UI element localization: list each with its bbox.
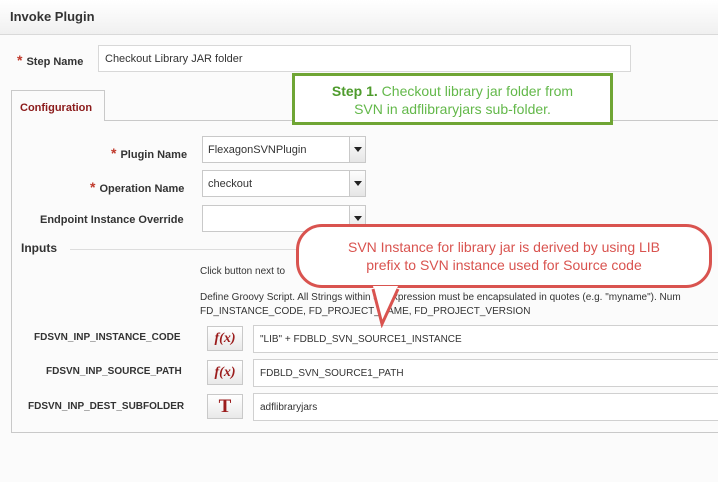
inputs-section-title: Inputs bbox=[21, 241, 57, 255]
plugin-name-value: FlexagonSVNPlugin bbox=[208, 144, 307, 156]
param-name-label: FDSVN_INP_SOURCE_PATH bbox=[46, 366, 182, 377]
chevron-down-icon[interactable] bbox=[349, 137, 365, 162]
param-value-input[interactable] bbox=[253, 359, 718, 387]
required-marker: * bbox=[111, 145, 117, 161]
chevron-down-icon[interactable] bbox=[349, 171, 365, 196]
param-value-input[interactable] bbox=[253, 325, 718, 353]
callout-tail bbox=[371, 286, 400, 328]
step1-callout-bold: Step 1. bbox=[331, 83, 378, 99]
step-name-label: * Step Name bbox=[17, 52, 84, 68]
inputs-variables-text: FD_INSTANCE_CODE, FD_PROJECT_NAME, FD_PR… bbox=[200, 306, 531, 317]
required-marker: * bbox=[90, 179, 96, 195]
required-marker: * bbox=[17, 52, 23, 68]
plugin-name-select[interactable]: FlexagonSVNPlugin bbox=[202, 136, 366, 163]
step1-callout-text-line2: SVN in adflibraryjars sub-folder. bbox=[354, 101, 551, 117]
step1-callout-text: Checkout library jar folder from bbox=[377, 83, 574, 99]
step-name-input[interactable] bbox=[98, 45, 631, 72]
title-bar: Invoke Plugin bbox=[0, 0, 718, 35]
svn-callout-line1: SVN Instance for library jar is derived … bbox=[347, 239, 661, 255]
operation-name-label: * Operation Name bbox=[90, 179, 185, 195]
endpoint-override-label: Endpoint Instance Override bbox=[40, 214, 184, 226]
param-value-input[interactable] bbox=[253, 393, 718, 421]
inputs-help-text: Click button next to bbox=[200, 266, 286, 277]
operation-name-value: checkout bbox=[208, 178, 253, 190]
inputs-groovy-help-text: Define Groovy Script. All Strings within… bbox=[200, 292, 681, 303]
step1-callout: Step 1. Checkout library jar folder from… bbox=[292, 73, 613, 125]
operation-name-select[interactable]: checkout bbox=[202, 170, 366, 197]
function-icon[interactable]: f(x) bbox=[207, 360, 243, 385]
svn-callout-line2: prefix to SVN instance used for Source c… bbox=[366, 257, 642, 273]
plugin-name-label: * Plugin Name bbox=[111, 145, 188, 161]
svn-instance-callout: SVN Instance for library jar is derived … bbox=[296, 224, 712, 288]
page-title: Invoke Plugin bbox=[10, 9, 95, 24]
param-name-label: FDSVN_INP_INSTANCE_CODE bbox=[34, 332, 181, 343]
function-icon[interactable]: f(x) bbox=[207, 326, 243, 351]
param-name-label: FDSVN_INP_DEST_SUBFOLDER bbox=[28, 401, 185, 412]
tab-configuration[interactable]: Configuration bbox=[11, 90, 105, 121]
text-icon[interactable]: T bbox=[207, 394, 243, 419]
